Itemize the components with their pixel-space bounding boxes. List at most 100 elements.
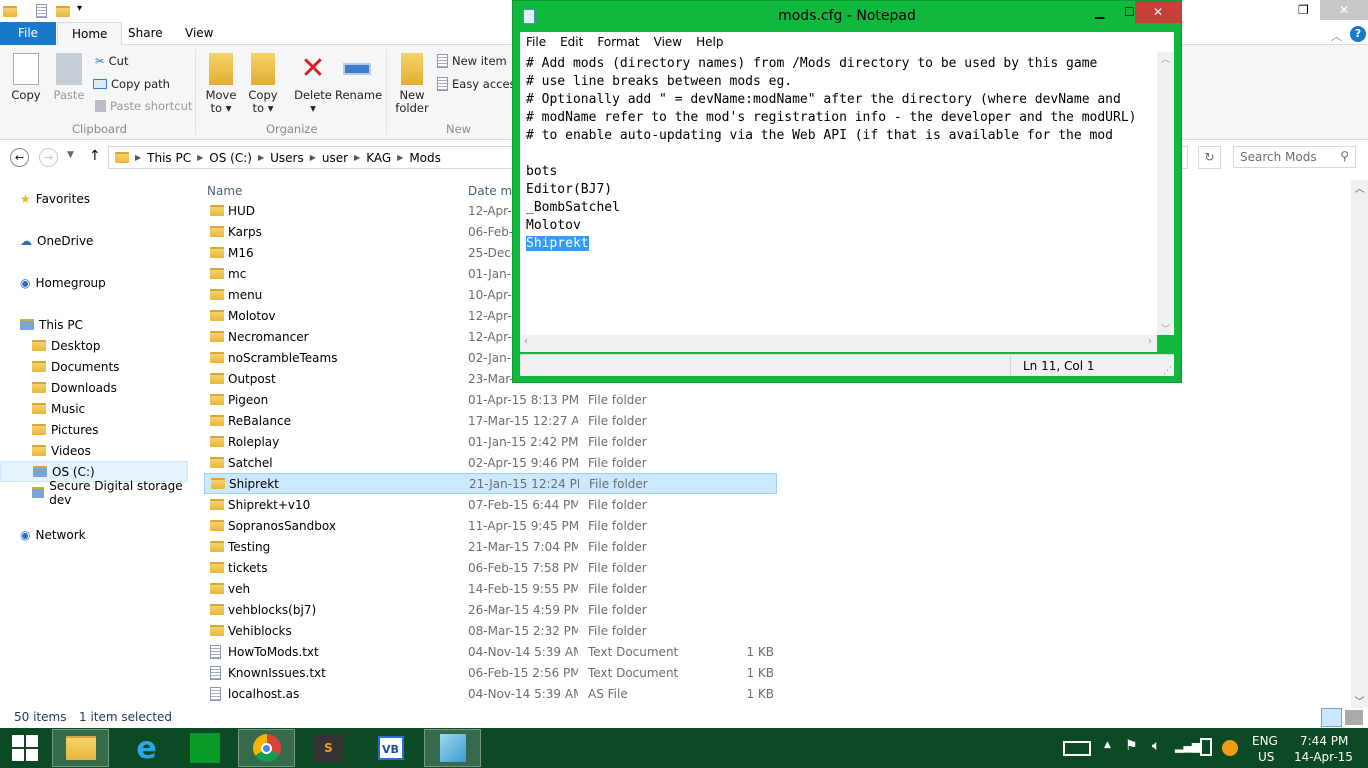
copy-to-button[interactable]: Copy to ▾ — [246, 53, 280, 115]
volume-icon[interactable]: 🔈︎ — [1152, 738, 1160, 754]
taskbar-sublime-text[interactable]: S — [300, 729, 357, 767]
breadcrumb-item[interactable]: Users — [270, 151, 304, 165]
scroll-left-icon[interactable]: ‹ — [524, 336, 528, 347]
file-row[interactable]: KnownIssues.txt 06-Feb-15 2:56 PM Text Doc… — [204, 662, 777, 683]
taskbar-file-explorer[interactable] — [52, 729, 109, 767]
menu-file[interactable]: File — [526, 35, 546, 49]
breadcrumb-item[interactable]: user — [322, 151, 348, 165]
battery-icon[interactable] — [1200, 738, 1212, 756]
resize-grip-icon[interactable]: ⋰ — [1163, 366, 1172, 376]
clock-date[interactable]: 14-Apr-15 — [1294, 750, 1353, 764]
breadcrumb-item[interactable]: KAG — [366, 151, 391, 165]
scroll-down-icon[interactable]: ﹀ — [1157, 322, 1174, 335]
file-list-scrollbar[interactable]: ︿ ﹀ — [1351, 180, 1368, 708]
action-center-flag-icon[interactable]: ⚑ — [1125, 738, 1138, 754]
refresh-button[interactable]: ↻ — [1198, 146, 1221, 169]
easy-access-button[interactable]: Easy access — [437, 77, 522, 91]
copy-button[interactable]: Copy — [8, 53, 44, 102]
tab-view[interactable]: View — [171, 22, 227, 45]
file-row[interactable]: Satchel 02-Apr-15 9:46 PM File folder — [204, 452, 777, 473]
restore-button[interactable]: ❐ — [1298, 3, 1309, 17]
taskbar-store[interactable] — [176, 729, 233, 767]
large-icons-view-button[interactable] — [1345, 710, 1363, 725]
delete-button[interactable]: ✕ Delete ▾ — [294, 53, 332, 115]
tab-home[interactable]: Home — [57, 22, 123, 46]
file-row[interactable]: Shiprekt+v10 07-Feb-15 6:44 PM File folder — [204, 494, 777, 515]
scroll-down-icon[interactable]: ﹀ — [1351, 693, 1368, 708]
tab-share[interactable]: Share — [114, 22, 177, 45]
nav-item[interactable]: Videos — [0, 440, 188, 461]
menu-format[interactable]: Format — [597, 35, 639, 49]
taskbar-notepad[interactable] — [424, 729, 481, 767]
nav-item[interactable]: This PC — [0, 314, 188, 335]
properties-icon[interactable] — [36, 4, 47, 18]
file-row[interactable]: Vehiblocks 08-Mar-15 2:32 PM File folder — [204, 620, 777, 641]
notepad-text-area[interactable]: # Add mods (directory names) from /Mods … — [520, 52, 1174, 335]
touch-keyboard-icon[interactable] — [1063, 741, 1091, 756]
nav-item[interactable]: ☁ OneDrive — [0, 230, 188, 251]
taskbar-visual-basic[interactable]: VB — [362, 729, 419, 767]
notepad-vertical-scrollbar[interactable]: ︿ ﹀ — [1157, 52, 1174, 335]
file-row[interactable]: vehblocks(bj7) 26-Mar-15 4:59 PM File fold… — [204, 599, 777, 620]
breadcrumb-item[interactable]: Mods — [409, 151, 441, 165]
notepad-minimize-button[interactable]: ▁ — [1095, 5, 1104, 19]
nav-item[interactable]: ◉ Homegroup — [0, 272, 188, 293]
nav-item[interactable]: Downloads — [0, 377, 188, 398]
file-row[interactable]: ReBalance 17-Mar-15 12:27 A... File folder — [204, 410, 777, 431]
file-row[interactable]: tickets 06-Feb-15 7:58 PM File folder — [204, 557, 777, 578]
language-indicator[interactable]: ENG — [1252, 734, 1278, 748]
notepad-maximize-button[interactable]: ☐ — [1124, 5, 1135, 19]
scroll-up-icon[interactable]: ︿ — [1351, 180, 1368, 195]
menu-help[interactable]: Help — [696, 35, 723, 49]
breadcrumb-item[interactable]: This PC — [147, 151, 191, 165]
breadcrumb-item[interactable]: OS (C:) — [209, 151, 252, 165]
file-row[interactable]: veh 14-Feb-15 9:55 PM File folder — [204, 578, 777, 599]
details-view-button[interactable] — [1321, 708, 1342, 727]
paste-button[interactable]: Paste — [52, 53, 86, 102]
scroll-right-icon[interactable]: › — [1148, 336, 1152, 347]
cut-button[interactable]: ✂ Cut — [95, 54, 128, 68]
nav-item[interactable]: Music — [0, 398, 188, 419]
show-hidden-icons[interactable]: ▲ — [1104, 740, 1111, 750]
file-row[interactable]: HowToMods.txt 04-Nov-14 5:39 AM Text Docum… — [204, 641, 777, 662]
copy-path-button[interactable]: Copy path — [93, 77, 170, 91]
nav-item[interactable]: ★ Favorites — [0, 188, 188, 209]
notepad-close-button[interactable]: ✕ — [1135, 1, 1181, 23]
file-row[interactable]: Roleplay 01-Jan-15 2:42 PM File folder — [204, 431, 777, 452]
collapse-ribbon-icon[interactable]: ︿ — [1331, 28, 1342, 44]
nav-item[interactable]: Documents — [0, 356, 188, 377]
file-row[interactable]: localhost.as 04-Nov-14 5:39 AM AS File 1 KB — [204, 683, 777, 704]
recent-locations-icon[interactable]: ▼ — [67, 150, 74, 160]
app-tray-icon[interactable] — [1222, 740, 1238, 756]
new-folder-button[interactable]: New folder — [394, 53, 430, 115]
rename-button[interactable]: Rename — [335, 53, 382, 102]
file-row[interactable]: SopranosSandbox 11-Apr-15 9:45 PM File fol… — [204, 515, 777, 536]
customize-qat-icon[interactable]: ▾ — [77, 3, 82, 14]
file-row[interactable]: Pigeon 01-Apr-15 8:13 PM File folder — [204, 389, 777, 410]
paste-shortcut-button[interactable]: Paste shortcut — [95, 99, 192, 113]
clock-time[interactable]: 7:44 PM — [1300, 734, 1348, 748]
menu-edit[interactable]: Edit — [560, 35, 583, 49]
notepad-horizontal-scrollbar[interactable]: ‹ › — [520, 335, 1157, 352]
search-input[interactable]: Search Mods ⚲ — [1233, 146, 1356, 168]
back-button[interactable]: ← — [10, 148, 29, 167]
taskbar-internet-explorer[interactable]: e — [118, 729, 175, 767]
file-row[interactable]: Testing 21-Mar-15 7:04 PM File folder — [204, 536, 777, 557]
up-button[interactable]: ↑ — [89, 148, 101, 164]
file-row[interactable]: Shiprekt 21-Jan-15 12:24 PM File folder — [204, 473, 777, 494]
network-signal-icon[interactable]: ▂▄▆ — [1175, 740, 1200, 753]
help-icon[interactable]: ? — [1350, 26, 1366, 42]
nav-item[interactable]: Secure Digital storage dev — [0, 479, 188, 507]
tab-file[interactable]: File — [0, 22, 56, 45]
nav-item[interactable]: ◉ Network — [0, 524, 188, 545]
keyboard-layout-indicator[interactable]: US — [1258, 750, 1274, 764]
scroll-up-icon[interactable]: ︿ — [1157, 52, 1174, 65]
forward-button[interactable]: → — [39, 148, 58, 167]
taskbar-chrome[interactable] — [238, 729, 295, 767]
move-to-button[interactable]: Move to ▾ — [203, 53, 239, 115]
nav-item[interactable]: Desktop — [0, 335, 188, 356]
new-folder-icon[interactable] — [56, 6, 70, 17]
start-button[interactable] — [0, 729, 50, 767]
close-button[interactable]: ✕ — [1320, 0, 1368, 20]
column-header-name[interactable]: Name — [207, 184, 242, 198]
